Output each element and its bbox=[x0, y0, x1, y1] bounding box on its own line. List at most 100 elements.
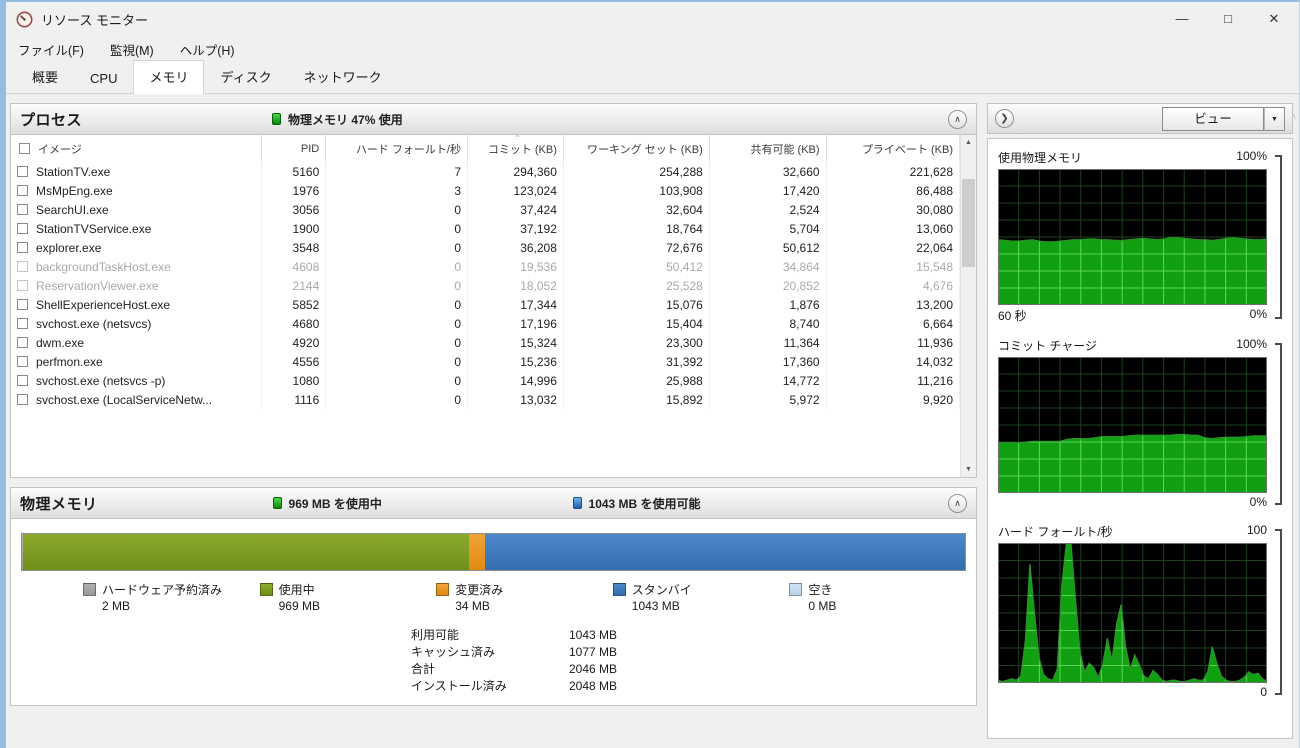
close-button[interactable]: ✕ bbox=[1251, 4, 1297, 34]
menu-item[interactable]: ファイル(F) bbox=[18, 40, 84, 59]
column-header[interactable]: コミット (KB) ˄ bbox=[467, 135, 564, 162]
menu-item[interactable]: 監視(M) bbox=[110, 40, 154, 59]
row-checkbox[interactable] bbox=[17, 318, 28, 329]
scroll-up-icon[interactable]: ▲ bbox=[961, 135, 976, 150]
cell-value: 14,772 bbox=[709, 371, 827, 390]
process-row[interactable]: explorer.exe 3548 0 36,208 72,676 50,612 22,06… bbox=[11, 238, 961, 257]
used-memory-icon bbox=[272, 113, 282, 125]
cell-image: MsMpEng.exe bbox=[11, 181, 262, 200]
memory-composition-bar bbox=[21, 533, 966, 571]
cell-value: 2,524 bbox=[709, 200, 827, 219]
physical-memory-panel-title: 物理メモリ bbox=[20, 495, 98, 513]
cell-value: 11,364 bbox=[709, 333, 827, 352]
memory-in-use-status: 969 MB を使用中 bbox=[272, 495, 573, 512]
cell-value: 13,200 bbox=[826, 295, 961, 314]
row-checkbox[interactable] bbox=[17, 337, 28, 348]
menu-bar: ファイル(F) 監視(M) ヘルプ(H) bbox=[6, 36, 1299, 63]
column-header[interactable]: ハード フォールト/秒 bbox=[325, 135, 468, 162]
cell-value: 221,628 bbox=[826, 162, 961, 181]
cell-value: 7 bbox=[325, 162, 468, 181]
tab-概要[interactable]: 概要 bbox=[16, 60, 74, 93]
process-row[interactable]: svchost.exe (netsvcs) 4680 0 17,196 15,404 8,… bbox=[11, 314, 961, 333]
column-header[interactable]: PID bbox=[261, 135, 327, 162]
scroll-down-icon[interactable]: ▼ bbox=[961, 462, 976, 477]
tab-ディスク[interactable]: ディスク bbox=[204, 60, 287, 93]
select-all-checkbox[interactable] bbox=[19, 143, 30, 154]
process-row[interactable]: backgroundTaskHost.exe 4608 0 19,536 50,412 3… bbox=[11, 257, 961, 276]
process-row[interactable]: svchost.exe (LocalServiceNetw... 1116 0 13,… bbox=[11, 390, 961, 409]
cell-image: perfmon.exe bbox=[11, 352, 262, 371]
cell-value: 5,704 bbox=[709, 219, 827, 238]
scrollbar-thumb[interactable] bbox=[962, 179, 975, 267]
process-row[interactable]: MsMpEng.exe 1976 3 123,024 103,908 17,420 86,4… bbox=[11, 181, 961, 200]
menu-item[interactable]: ヘルプ(H) bbox=[180, 40, 235, 59]
cell-value: 37,192 bbox=[467, 219, 564, 238]
column-header[interactable]: プライベート (KB) bbox=[826, 135, 961, 162]
legend-value: 0 MB bbox=[808, 599, 837, 613]
process-row[interactable]: StationTVService.exe 1900 0 37,192 18,764 5,7… bbox=[11, 219, 961, 238]
process-row[interactable]: StationTV.exe 5160 7 294,360 254,288 32,660 22… bbox=[11, 162, 961, 181]
membar-segment bbox=[23, 534, 470, 570]
stat-label: 合計 bbox=[411, 662, 436, 676]
collapse-memory-button[interactable]: ∧ bbox=[948, 493, 967, 513]
cell-image: ReservationViewer.exe bbox=[11, 276, 262, 295]
row-checkbox[interactable] bbox=[17, 356, 28, 367]
cell-value: 15,324 bbox=[467, 333, 564, 352]
maximize-button[interactable]: □ bbox=[1205, 4, 1251, 34]
column-header[interactable]: ワーキング セット (KB) bbox=[563, 135, 710, 162]
cell-value: 15,236 bbox=[467, 352, 564, 371]
cell-value: 72,676 bbox=[563, 238, 710, 257]
process-row[interactable]: ShellExperienceHost.exe 5852 0 17,344 15,076… bbox=[11, 295, 961, 314]
row-checkbox[interactable] bbox=[17, 394, 28, 405]
row-checkbox[interactable] bbox=[17, 261, 28, 272]
main-content: プロセス 物理メモリ 47% 使用 ∧ イメージ PID ハード フォールト/秒… bbox=[6, 94, 1299, 739]
cell-value: 11,936 bbox=[826, 333, 961, 352]
tab-メモリ[interactable]: メモリ bbox=[133, 60, 205, 94]
cell-value: 14,996 bbox=[467, 371, 564, 390]
cell-value: 3056 bbox=[261, 200, 327, 219]
processes-panel-title: プロセス bbox=[20, 111, 83, 129]
cell-value: 14,032 bbox=[826, 352, 961, 371]
cell-value: 0 bbox=[325, 314, 468, 333]
titlebar: リソース モニター — □ ✕ bbox=[6, 2, 1299, 36]
cell-value: 19,536 bbox=[467, 257, 564, 276]
process-row[interactable]: ReservationViewer.exe 2144 0 18,052 25,528 20… bbox=[11, 276, 961, 295]
legend-item: ハードウェア予約済み 2 MB bbox=[83, 582, 260, 614]
row-checkbox[interactable] bbox=[17, 280, 28, 291]
collapse-processes-button[interactable]: ∧ bbox=[948, 109, 967, 129]
expand-panel-button[interactable]: ❯ bbox=[995, 109, 1014, 128]
row-checkbox[interactable] bbox=[17, 166, 28, 177]
row-checkbox[interactable] bbox=[17, 299, 28, 310]
cell-value: 3548 bbox=[261, 238, 327, 257]
physical-memory-panel: 物理メモリ 969 MB を使用中 1043 MB を使用可能 ∧ ハードウェア… bbox=[10, 487, 977, 706]
cell-value: 4920 bbox=[261, 333, 327, 352]
cell-value: 34,864 bbox=[709, 257, 827, 276]
column-header[interactable]: イメージ bbox=[11, 135, 262, 162]
minimize-button[interactable]: — bbox=[1159, 4, 1205, 34]
column-header[interactable]: 共有可能 (KB) bbox=[709, 135, 827, 162]
row-checkbox[interactable] bbox=[17, 204, 28, 215]
cell-value: 50,412 bbox=[563, 257, 710, 276]
tab-CPU[interactable]: CPU bbox=[74, 64, 133, 93]
graph-min-label: 0% bbox=[1249, 307, 1267, 321]
left-column: プロセス 物理メモリ 47% 使用 ∧ イメージ PID ハード フォールト/秒… bbox=[10, 103, 977, 725]
view-dropdown-icon[interactable]: ▼ bbox=[1264, 106, 1285, 131]
cell-value: 0 bbox=[325, 352, 468, 371]
cell-value: 15,548 bbox=[826, 257, 961, 276]
row-checkbox[interactable] bbox=[17, 242, 28, 253]
process-row[interactable]: perfmon.exe 4556 0 15,236 31,392 17,360 14,032 bbox=[11, 352, 961, 371]
row-checkbox[interactable] bbox=[17, 223, 28, 234]
process-table-scrollbar[interactable]: ▲ ▼ bbox=[960, 135, 976, 477]
legend-chip bbox=[83, 583, 96, 596]
legend-item: 変更済み 34 MB bbox=[436, 582, 613, 614]
view-button[interactable]: ビュー bbox=[1162, 106, 1264, 131]
cell-value: 103,908 bbox=[563, 181, 710, 200]
tab-ネットワーク[interactable]: ネットワーク bbox=[288, 60, 398, 93]
row-checkbox[interactable] bbox=[17, 185, 28, 196]
process-row[interactable]: svchost.exe (netsvcs -p) 1080 0 14,996 25,98… bbox=[11, 371, 961, 390]
process-row[interactable]: dwm.exe 4920 0 15,324 23,300 11,364 11,936 bbox=[11, 333, 961, 352]
process-row[interactable]: SearchUI.exe 3056 0 37,424 32,604 2,524 30,080 bbox=[11, 200, 961, 219]
row-checkbox[interactable] bbox=[17, 375, 28, 386]
cell-value: 25,528 bbox=[563, 276, 710, 295]
cell-image: dwm.exe bbox=[11, 333, 262, 352]
